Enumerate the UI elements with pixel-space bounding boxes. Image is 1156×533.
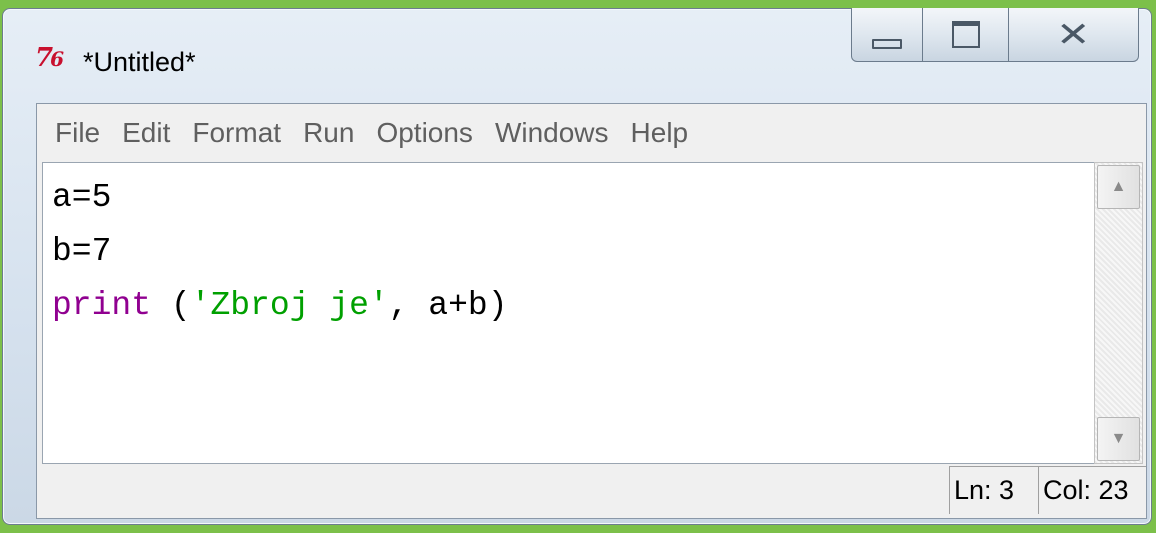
code-line-3: print ('Zbroj je', a+b) — [52, 279, 1094, 333]
minimize-icon — [872, 38, 902, 49]
maximize-button[interactable] — [923, 8, 1009, 62]
title-bar[interactable]: 76 *Untitled* ✕ — [3, 8, 1151, 95]
menu-options[interactable]: Options — [376, 117, 473, 149]
minimize-button[interactable] — [851, 8, 923, 62]
chevron-down-icon: ▼ — [1110, 430, 1127, 447]
menu-file[interactable]: File — [55, 117, 100, 149]
code-editor[interactable]: a=5 b=7 print ('Zbroj je', a+b) — [42, 162, 1094, 464]
menu-windows[interactable]: Windows — [495, 117, 609, 149]
code-line-2: b=7 — [52, 225, 1094, 279]
code-line-1: a=5 — [52, 171, 1094, 225]
menu-run[interactable]: Run — [303, 117, 354, 149]
code-token-string: 'Zbroj je' — [190, 287, 389, 324]
close-button[interactable]: ✕ — [1009, 8, 1139, 62]
scroll-up-button[interactable]: ▲ — [1097, 165, 1140, 209]
idle-window: 76 *Untitled* ✕ File Edit Format Run Opt… — [2, 8, 1152, 525]
code-token-keyword: print — [52, 287, 152, 324]
client-area: File Edit Format Run Options Windows Hel… — [36, 103, 1147, 519]
status-bar: Ln: 3 Col: 23 — [37, 464, 1146, 518]
scroll-down-button[interactable]: ▼ — [1097, 417, 1140, 461]
code-token: , a+b) — [388, 287, 508, 324]
caption-buttons: ✕ — [851, 8, 1139, 64]
code-token: a=5 — [52, 179, 112, 216]
menu-format[interactable]: Format — [192, 117, 281, 149]
code-token: b=7 — [52, 233, 112, 270]
menu-help[interactable]: Help — [631, 117, 689, 149]
chevron-up-icon: ▲ — [1110, 178, 1127, 195]
window-title: *Untitled* — [83, 47, 196, 77]
idle-python-icon: 76 — [35, 43, 64, 73]
menu-bar: File Edit Format Run Options Windows Hel… — [37, 104, 1146, 162]
menu-edit[interactable]: Edit — [122, 117, 170, 149]
maximize-icon — [951, 21, 980, 48]
close-icon: ✕ — [1056, 14, 1091, 55]
vertical-scrollbar[interactable]: ▲ ▼ — [1094, 162, 1143, 464]
status-column: Col: 23 — [1038, 466, 1146, 514]
code-token: ( — [151, 287, 191, 324]
status-line: Ln: 3 — [949, 466, 1038, 514]
